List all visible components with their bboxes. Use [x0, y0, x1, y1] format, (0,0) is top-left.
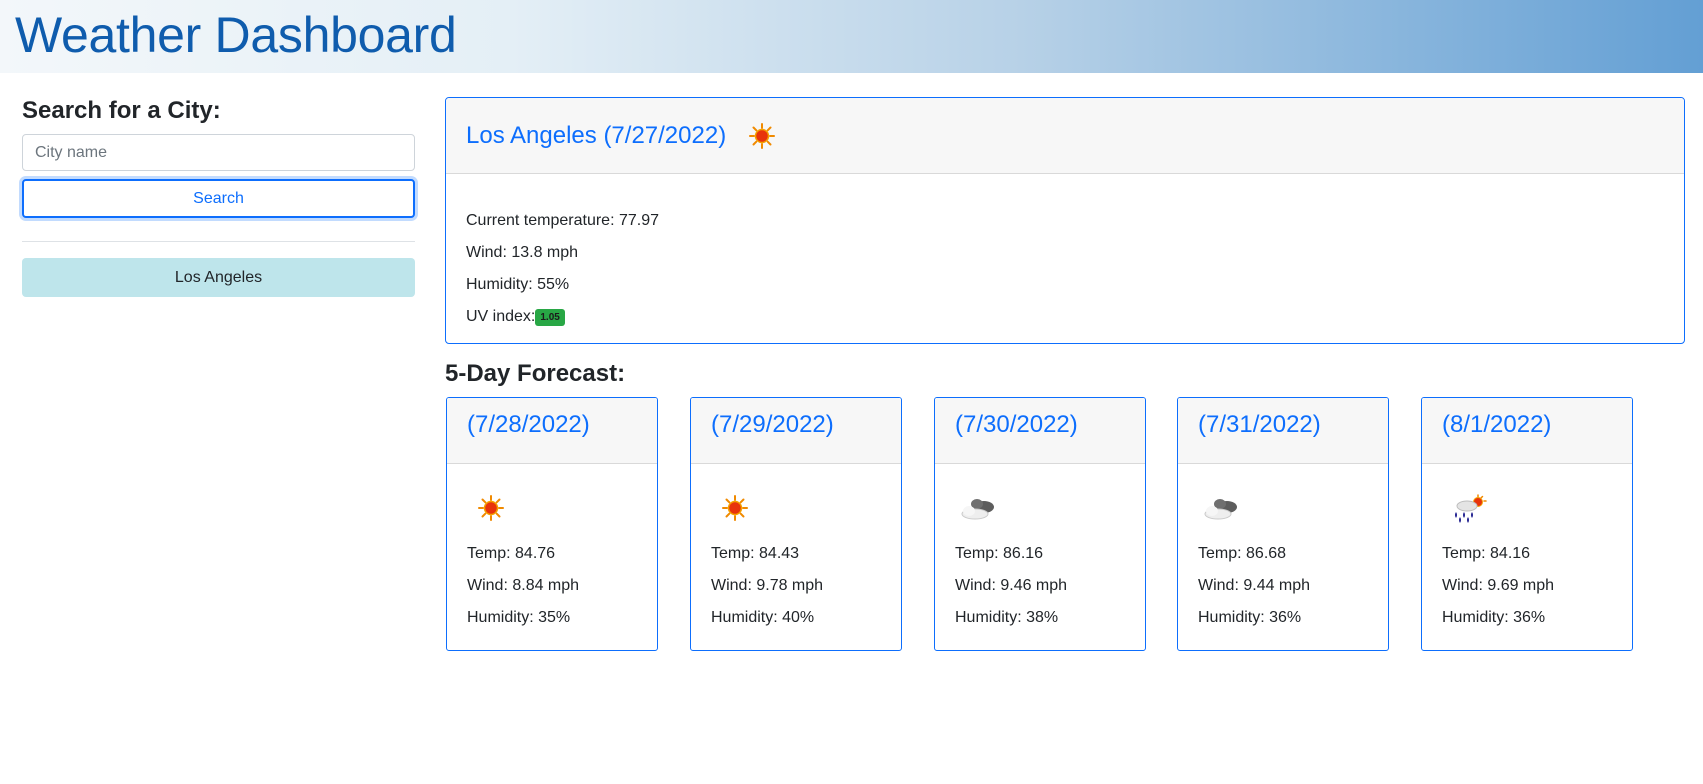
page-header: Weather Dashboard	[0, 0, 1703, 73]
search-button[interactable]: Search	[22, 179, 415, 218]
current-humidity: Humidity: 55%	[466, 276, 570, 293]
cloud-icon	[955, 492, 1003, 524]
sun-icon	[467, 492, 507, 524]
forecast-humidity: Humidity: 35%	[467, 609, 571, 626]
uv-label: UV index:	[466, 308, 536, 325]
forecast-wind: Wind: 9.78 mph	[711, 577, 824, 594]
forecast-card: (7/30/2022) Temp: 86.16 Wind: 9.46 mph H…	[934, 397, 1146, 651]
forecast-card: (7/28/2022) Temp: 84.76 Wind: 8.84 mph H…	[446, 397, 658, 651]
rain-sun-icon	[1442, 492, 1490, 524]
forecast-card-header: (7/29/2022)	[691, 398, 901, 464]
forecast-card-body: Temp: 86.16 Wind: 9.46 mph Humidity: 38%	[935, 464, 1145, 634]
sun-icon	[711, 492, 751, 524]
forecast-temp: Temp: 86.68	[1198, 545, 1287, 562]
forecast-card: (8/1/2022) Temp: 84.16 Wind: 9.69 mph Hu…	[1421, 397, 1633, 651]
forecast-card-body: Temp: 84.76 Wind: 8.84 mph Humidity: 35%	[447, 464, 657, 634]
sun-icon	[738, 120, 778, 152]
current-wind: Wind: 13.8 mph	[466, 244, 579, 261]
forecast-humidity: Humidity: 36%	[1198, 609, 1302, 626]
forecast-date: (7/29/2022)	[711, 411, 834, 438]
forecast-card-body: Temp: 84.43 Wind: 9.78 mph Humidity: 40%	[691, 464, 901, 634]
forecast-card-header: (7/31/2022)	[1178, 398, 1388, 464]
forecast-date: (7/28/2022)	[467, 411, 590, 438]
uv-index-badge: 1.05	[535, 309, 565, 326]
cloud-icon	[1198, 492, 1246, 524]
forecast-humidity: Humidity: 38%	[955, 609, 1059, 626]
forecast-heading: 5-Day Forecast:	[445, 360, 626, 387]
forecast-temp: Temp: 84.43	[711, 545, 800, 562]
forecast-date: (8/1/2022)	[1442, 411, 1552, 438]
forecast-date: (7/30/2022)	[955, 411, 1078, 438]
current-weather-details: Current temperature: 77.97 Wind: 13.8 mp…	[446, 174, 1684, 333]
forecast-temp: Temp: 84.16	[1442, 545, 1531, 562]
forecast-wind: Wind: 9.69 mph	[1442, 577, 1555, 594]
forecast-wind: Wind: 8.84 mph	[467, 577, 580, 594]
forecast-temp: Temp: 84.76	[467, 545, 556, 562]
page-title: Weather Dashboard	[15, 7, 457, 63]
history-city-button[interactable]: Los Angeles	[22, 258, 415, 297]
forecast-temp: Temp: 86.16	[955, 545, 1044, 562]
forecast-card-header: (8/1/2022)	[1422, 398, 1632, 464]
search-heading: Search for a City:	[22, 97, 221, 124]
forecast-card: (7/31/2022) Temp: 86.68 Wind: 9.44 mph H…	[1177, 397, 1389, 651]
city-search-input[interactable]	[22, 134, 415, 171]
forecast-card-header: (7/28/2022)	[447, 398, 657, 464]
forecast-wind: Wind: 9.44 mph	[1198, 577, 1311, 594]
sidebar-divider	[22, 241, 415, 242]
search-sidebar: Search for a City: Search Los Angeles	[22, 96, 415, 297]
forecast-humidity: Humidity: 36%	[1442, 609, 1546, 626]
current-temperature: Current temperature: 77.97	[466, 212, 659, 229]
forecast-date: (7/31/2022)	[1198, 411, 1321, 438]
forecast-card-header: (7/30/2022)	[935, 398, 1145, 464]
forecast-card-body: Temp: 86.68 Wind: 9.44 mph Humidity: 36%	[1178, 464, 1388, 634]
current-city-title: Los Angeles (7/27/2022)	[466, 121, 727, 149]
current-weather-card: Los Angeles (7/27/2022) Current temperat…	[445, 97, 1685, 344]
forecast-wind: Wind: 9.46 mph	[955, 577, 1068, 594]
current-uv-row: UV index: 1.05	[466, 301, 1684, 333]
current-weather-header: Los Angeles (7/27/2022)	[446, 98, 1684, 174]
forecast-card: (7/29/2022) Temp: 84.43 Wind: 9.78 mph H…	[690, 397, 902, 651]
forecast-card-body: Temp: 84.16 Wind: 9.69 mph Humidity: 36%	[1422, 464, 1632, 634]
forecast-humidity: Humidity: 40%	[711, 609, 815, 626]
